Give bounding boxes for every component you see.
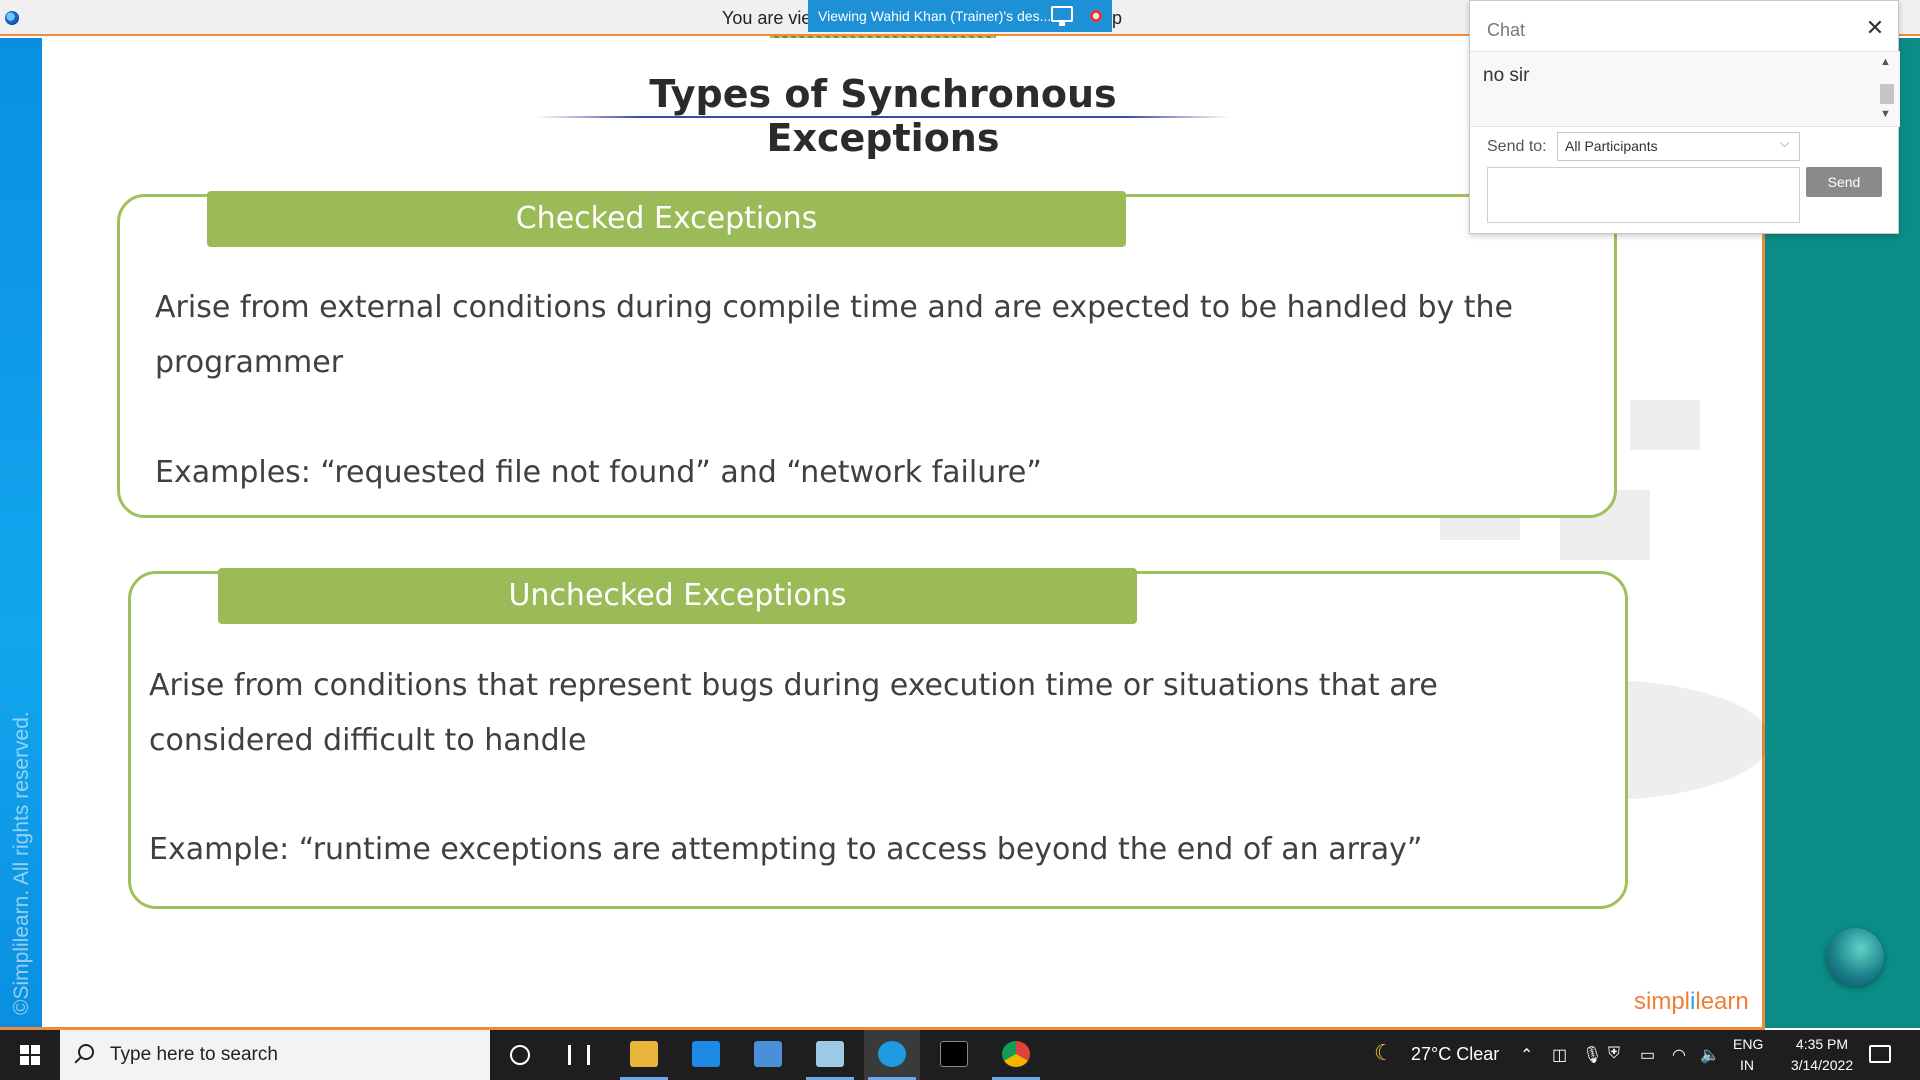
send-to-value: All Participants — [1565, 138, 1658, 154]
cortana-icon[interactable] — [510, 1045, 530, 1065]
chat-scrollbar[interactable]: ▲ ▼ — [1878, 56, 1894, 122]
notes-app[interactable] — [802, 1030, 858, 1080]
search-icon — [78, 1044, 94, 1060]
mail-app[interactable] — [678, 1030, 734, 1080]
chevron-up-icon[interactable]: ▲ — [1880, 56, 1891, 68]
security-icon[interactable]: ⛨ — [1608, 1045, 1620, 1063]
volume-icon[interactable]: 🔈 — [1700, 1045, 1720, 1065]
checked-exceptions-description: Arise from external conditions during co… — [155, 290, 1514, 380]
screen-share-icon[interactable] — [1051, 6, 1073, 26]
checked-exceptions-header: Checked Exceptions — [207, 191, 1126, 247]
send-to-label: Send to: — [1487, 138, 1547, 155]
chrome-icon — [1002, 1041, 1030, 1067]
send-to-select[interactable]: All Participants ⌵ — [1557, 132, 1800, 161]
chat-message: no sir — [1483, 65, 1530, 86]
clock-time[interactable]: 4:35 PM — [1786, 1036, 1858, 1052]
search-placeholder: Type here to search — [110, 1044, 278, 1065]
microphone-icon[interactable]: 🎙 — [1582, 1045, 1602, 1065]
windows-logo-icon — [20, 1045, 29, 1054]
windows-logo-pane — [31, 1056, 40, 1065]
chevron-down-icon: ⌵ — [1780, 136, 1790, 150]
title-underline — [536, 116, 1230, 118]
windows-logo-pane — [31, 1045, 40, 1054]
viewing-banner-label: Viewing Wahid Khan (Trainer)'s des... — [818, 8, 1052, 24]
viewer-status-text: You are vie — [722, 8, 812, 28]
viewer-trailing-text: p — [1112, 8, 1123, 28]
meeting-app-icon[interactable] — [5, 11, 19, 25]
close-icon[interactable]: ✕ — [1862, 15, 1888, 41]
chevron-up-icon[interactable]: ⌃ — [1520, 1045, 1533, 1065]
chat-message-log[interactable]: no sir ▲ ▼ — [1470, 52, 1900, 126]
notes-icon — [816, 1041, 844, 1067]
windows-taskbar: Type here to search ☾ 27°C Clear ⌃ ◫ 🎙 ⛨… — [0, 1030, 1920, 1080]
mail-icon — [692, 1041, 720, 1067]
task-view-icon[interactable] — [568, 1045, 590, 1065]
chat-message-input[interactable] — [1487, 167, 1800, 223]
meet-now-icon[interactable]: ◫ — [1552, 1045, 1567, 1065]
moon-icon[interactable]: ☾ — [1374, 1040, 1394, 1066]
region-indicator[interactable]: IN — [1740, 1057, 1754, 1073]
notification-icon[interactable] — [1869, 1045, 1891, 1063]
weather-text[interactable]: 27°C Clear — [1411, 1044, 1499, 1065]
start-button[interactable] — [0, 1030, 60, 1080]
scrollbar-thumb[interactable] — [1880, 84, 1894, 104]
assistant-bubble-icon[interactable] — [1826, 928, 1884, 986]
terminal-icon — [940, 1041, 968, 1067]
meeting-icon — [878, 1041, 906, 1067]
remote-desktop-icon — [754, 1041, 782, 1067]
chat-title: Chat — [1487, 20, 1526, 40]
copyright-text: ©Simplilearn. All rights reserved. — [10, 711, 33, 1015]
terminal-app[interactable] — [926, 1030, 982, 1080]
unchecked-exceptions-example: Example: “runtime exceptions are attempt… — [149, 832, 1423, 867]
taskbar-search-box[interactable]: Type here to search — [60, 1030, 490, 1080]
windows-logo-pane — [20, 1056, 29, 1065]
file-explorer-app[interactable] — [616, 1030, 672, 1080]
chat-divider — [1470, 126, 1900, 127]
checked-exceptions-example: Examples: “requested file not found” and… — [155, 455, 1042, 490]
clock-date[interactable]: 3/14/2022 — [1776, 1057, 1868, 1073]
remote-desktop-app[interactable] — [740, 1030, 796, 1080]
send-button[interactable]: Send — [1806, 167, 1882, 197]
simplilearn-logo: simplilearn — [1634, 988, 1749, 1015]
unchecked-exceptions-header: Unchecked Exceptions — [218, 568, 1137, 624]
chrome-app[interactable] — [988, 1030, 1044, 1080]
language-indicator[interactable]: ENG — [1733, 1036, 1763, 1052]
chat-panel: Chat ✕ no sir ▲ ▼ Send to: All Participa… — [1469, 0, 1900, 234]
battery-icon[interactable]: ▭ — [1640, 1045, 1655, 1065]
folder-icon — [630, 1041, 658, 1067]
chevron-down-icon[interactable]: ▼ — [1880, 108, 1891, 120]
unchecked-exceptions-description: Arise from conditions that represent bug… — [149, 668, 1438, 758]
record-icon[interactable] — [1090, 10, 1102, 22]
zoom-meeting-app[interactable] — [864, 1030, 920, 1080]
wifi-icon[interactable]: ◠ — [1672, 1045, 1686, 1065]
